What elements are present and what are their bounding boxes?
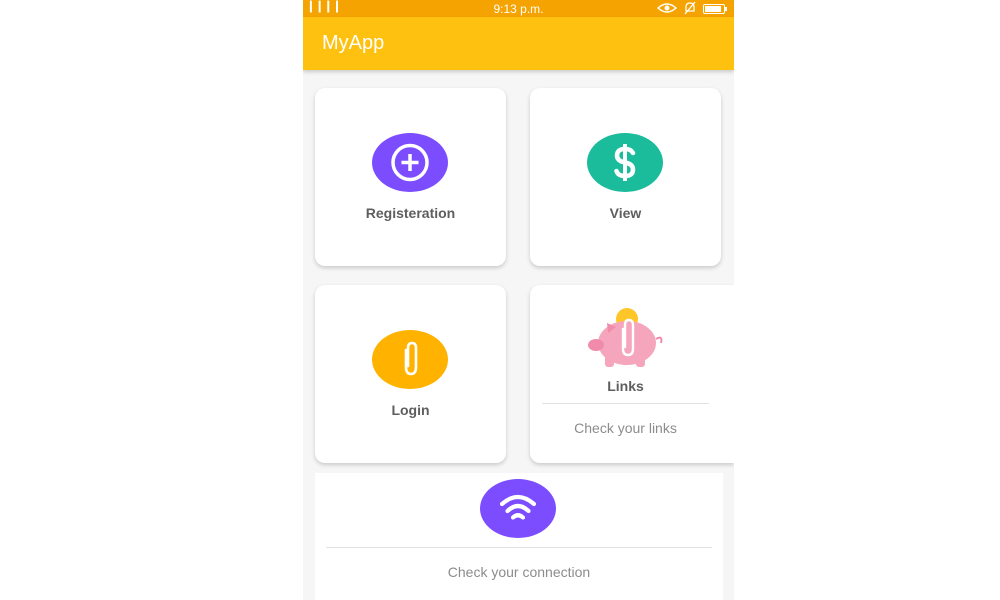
view-card[interactable]: View <box>530 88 721 266</box>
plus-circle-icon <box>391 143 429 182</box>
wifi-icon <box>499 494 537 520</box>
connection-divider <box>326 547 712 548</box>
dollar-icon <box>614 144 636 181</box>
view-icon-circle <box>587 133 663 192</box>
view-label: View <box>609 205 642 221</box>
login-icon-circle <box>372 330 448 389</box>
registration-icon-circle <box>372 133 448 192</box>
eye-icon <box>656 1 678 18</box>
login-label: Login <box>391 402 430 418</box>
app-bar: MyApp <box>303 17 734 70</box>
links-card[interactable]: Links Check your links <box>530 285 734 463</box>
registration-label: Registeration <box>365 205 456 221</box>
piggy-bank-icon <box>583 305 667 374</box>
bell-off-icon <box>684 1 696 18</box>
links-divider <box>542 403 709 404</box>
login-card[interactable]: Login <box>315 285 506 463</box>
battery-icon <box>703 4 727 14</box>
connection-card[interactable]: Check your connection <box>315 473 723 600</box>
connection-icon-circle <box>480 479 556 538</box>
phone-screen: ▎▎▎▎ 9:13 p.m. MyApp Registeration View … <box>303 0 734 600</box>
paperclip-icon <box>404 341 418 376</box>
status-bar: ▎▎▎▎ 9:13 p.m. <box>303 0 734 17</box>
app-title: MyApp <box>322 32 385 54</box>
links-subtitle: Check your links <box>574 420 677 436</box>
links-label: Links <box>607 378 644 394</box>
registration-card[interactable]: Registeration <box>315 88 506 266</box>
connection-subtitle: Check your connection <box>447 564 591 580</box>
